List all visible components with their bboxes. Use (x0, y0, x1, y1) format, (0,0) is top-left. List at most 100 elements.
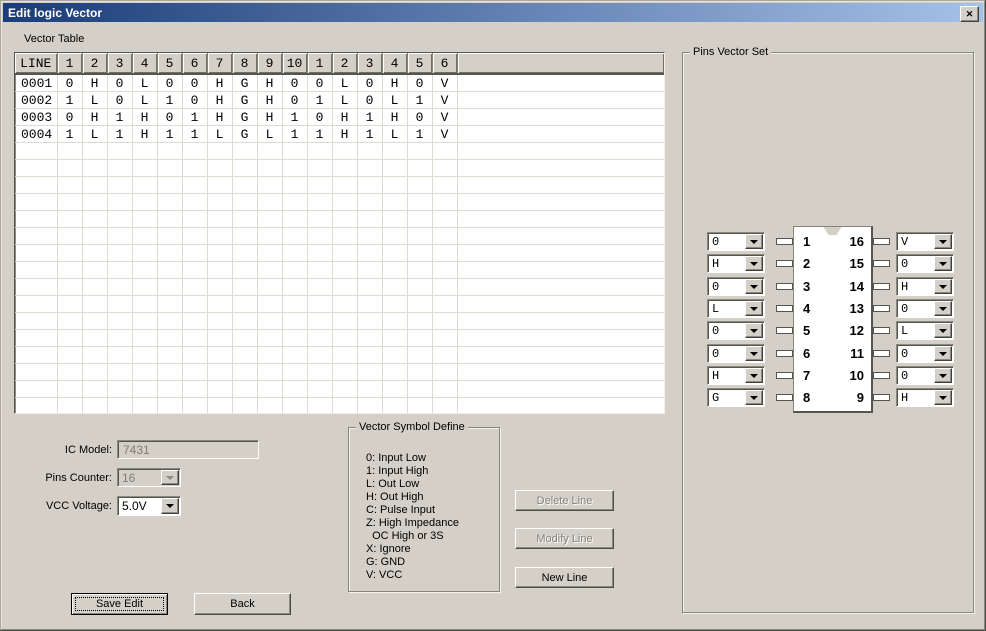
table-cell[interactable]: 0 (107, 92, 132, 109)
table-cell[interactable] (282, 177, 307, 194)
table-cell[interactable] (407, 262, 432, 279)
table-cell[interactable] (257, 177, 282, 194)
table-cell[interactable] (332, 279, 357, 296)
table-row[interactable] (15, 381, 664, 398)
table-cell[interactable] (232, 194, 257, 211)
table-cell[interactable]: 0 (407, 74, 432, 92)
table-cell[interactable] (357, 347, 382, 364)
chevron-down-icon[interactable] (745, 256, 763, 271)
table-cell[interactable] (282, 398, 307, 415)
pin-11-select[interactable]: 0 (896, 344, 954, 363)
table-cell[interactable] (132, 177, 157, 194)
table-cell[interactable] (257, 279, 282, 296)
table-cell[interactable] (332, 381, 357, 398)
table-cell[interactable] (232, 330, 257, 347)
table-cell[interactable] (82, 330, 107, 347)
table-cell[interactable] (407, 347, 432, 364)
vcc-voltage-select[interactable]: 5.0V (117, 496, 181, 516)
table-cell[interactable] (332, 228, 357, 245)
table-cell[interactable] (307, 160, 332, 177)
table-cell[interactable]: 1 (182, 126, 207, 143)
table-cell[interactable]: 0 (357, 92, 382, 109)
table-cell[interactable]: 0 (157, 109, 182, 126)
chevron-down-icon[interactable] (934, 279, 952, 294)
chevron-down-icon[interactable] (745, 346, 763, 361)
table-row[interactable] (15, 262, 664, 279)
table-cell[interactable] (232, 262, 257, 279)
table-cell[interactable] (132, 313, 157, 330)
table-cell[interactable] (82, 347, 107, 364)
table-cell[interactable] (107, 347, 132, 364)
table-cell[interactable] (232, 364, 257, 381)
table-cell[interactable] (232, 211, 257, 228)
table-cell[interactable]: 1 (157, 126, 182, 143)
table-cell[interactable] (332, 364, 357, 381)
table-cell[interactable] (307, 262, 332, 279)
table-cell[interactable]: V (432, 126, 457, 143)
table-cell[interactable] (232, 313, 257, 330)
table-cell[interactable] (207, 245, 232, 262)
table-cell[interactable]: 0 (407, 109, 432, 126)
table-cell[interactable] (232, 245, 257, 262)
pin-3-select[interactable]: 0 (707, 277, 765, 296)
table-cell[interactable] (57, 211, 82, 228)
pin-4-select[interactable]: L (707, 299, 765, 318)
table-cell[interactable] (157, 347, 182, 364)
line-cell[interactable]: 0001 (15, 74, 57, 92)
table-cell[interactable] (282, 330, 307, 347)
table-cell[interactable]: G (232, 126, 257, 143)
table-cell[interactable] (307, 143, 332, 160)
table-cell[interactable] (57, 245, 82, 262)
save-edit-button[interactable]: Save Edit (71, 593, 168, 615)
table-cell[interactable] (232, 177, 257, 194)
table-cell[interactable] (357, 143, 382, 160)
table-cell[interactable] (57, 160, 82, 177)
table-cell[interactable] (382, 177, 407, 194)
table-cell[interactable]: L (207, 126, 232, 143)
pin-15-select[interactable]: 0 (896, 254, 954, 273)
table-cell[interactable] (182, 330, 207, 347)
line-cell[interactable] (15, 313, 57, 330)
table-cell[interactable] (132, 245, 157, 262)
table-cell[interactable] (207, 194, 232, 211)
pin-9-select[interactable]: H (896, 388, 954, 407)
table-cell[interactable]: 0 (307, 74, 332, 92)
table-cell[interactable] (132, 364, 157, 381)
chevron-down-icon[interactable] (934, 256, 952, 271)
table-row[interactable]: 00021L0L10HGH01L0L1V (15, 92, 664, 109)
table-cell[interactable] (232, 228, 257, 245)
table-cell[interactable] (357, 245, 382, 262)
table-cell[interactable] (307, 347, 332, 364)
table-cell[interactable]: 0 (57, 74, 82, 92)
line-cell[interactable] (15, 364, 57, 381)
pin-7-select[interactable]: H (707, 366, 765, 385)
table-cell[interactable] (432, 211, 457, 228)
table-cell[interactable] (132, 160, 157, 177)
table-cell[interactable] (332, 330, 357, 347)
table-cell[interactable] (132, 143, 157, 160)
pin-14-select[interactable]: H (896, 277, 954, 296)
line-cell[interactable] (15, 330, 57, 347)
table-cell[interactable] (257, 398, 282, 415)
table-cell[interactable] (132, 228, 157, 245)
table-cell[interactable] (307, 296, 332, 313)
table-cell[interactable]: 1 (57, 126, 82, 143)
table-cell[interactable] (182, 211, 207, 228)
table-cell[interactable] (382, 245, 407, 262)
table-cell[interactable] (332, 262, 357, 279)
table-cell[interactable] (357, 330, 382, 347)
table-cell[interactable] (332, 143, 357, 160)
table-cell[interactable] (107, 245, 132, 262)
table-cell[interactable] (57, 296, 82, 313)
table-cell[interactable] (157, 330, 182, 347)
table-cell[interactable] (432, 296, 457, 313)
table-cell[interactable] (407, 228, 432, 245)
table-cell[interactable]: 1 (182, 109, 207, 126)
chevron-down-icon[interactable] (934, 390, 952, 405)
line-cell[interactable] (15, 228, 57, 245)
table-cell[interactable] (357, 194, 382, 211)
table-cell[interactable]: 1 (357, 126, 382, 143)
table-cell[interactable] (382, 313, 407, 330)
table-cell[interactable]: L (132, 92, 157, 109)
table-cell[interactable] (107, 381, 132, 398)
